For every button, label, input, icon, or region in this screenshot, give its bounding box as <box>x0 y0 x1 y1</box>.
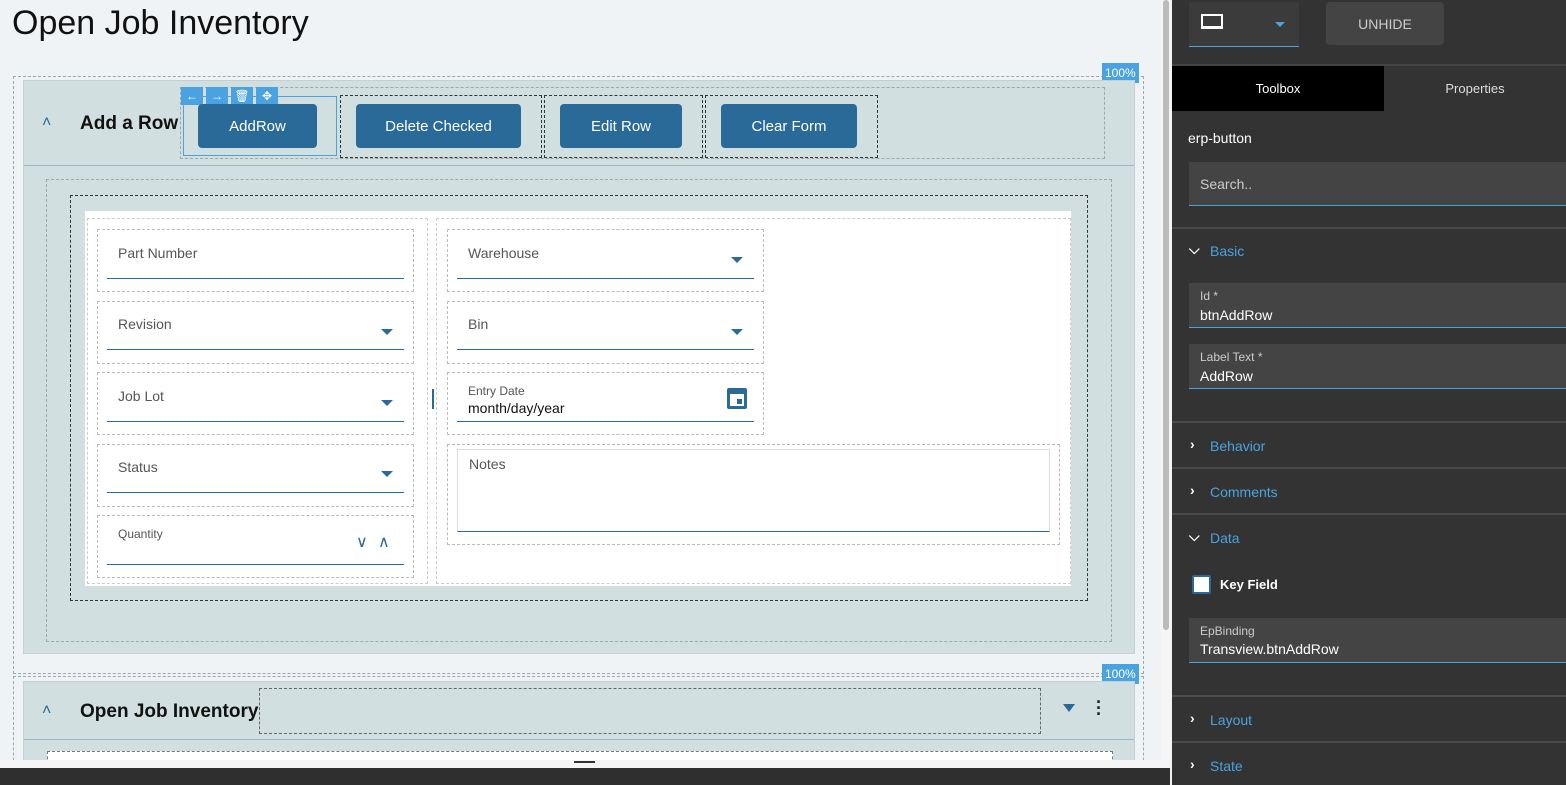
revision-select[interactable]: Revision <box>97 301 414 364</box>
warehouse-select[interactable]: Warehouse <box>447 229 764 292</box>
properties-panel: UNHIDE Toolbox Properties erp-button Sea… <box>1172 0 1566 785</box>
scrollbar-thumb[interactable] <box>1163 0 1169 630</box>
add-row-button[interactable]: AddRow <box>198 104 317 148</box>
delete-icon[interactable]: 🗑 <box>231 87 253 105</box>
label-text-field[interactable]: Label Text * AddRow <box>1189 344 1566 389</box>
job-lot-select[interactable]: Job Lot <box>97 372 414 435</box>
section-layout[interactable]: Layout <box>1210 712 1252 728</box>
more-options-icon[interactable]: · · · <box>1096 693 1102 723</box>
part-number-field[interactable]: Part Number <box>97 229 414 292</box>
component-name: erp-button <box>1188 130 1252 146</box>
laptop-icon <box>1201 14 1223 29</box>
chevron-down-icon: ⌵ <box>1189 528 1200 544</box>
resize-handle[interactable] <box>574 761 595 763</box>
chevron-down-icon: ⌵ <box>1189 241 1200 257</box>
epbinding-field[interactable]: EpBinding Transview.btnAddRow <box>1189 618 1566 663</box>
section-basic[interactable]: Basic <box>1210 243 1244 259</box>
clear-form-button[interactable]: Clear Form <box>721 104 857 148</box>
unhide-button[interactable]: UNHIDE <box>1326 2 1444 45</box>
collapse-icon[interactable]: ˄ <box>42 114 51 132</box>
chevron-right-icon: › <box>1190 756 1195 772</box>
element-toolbar: ← → 🗑 ✥ <box>181 87 278 105</box>
bin-select[interactable]: Bin <box>447 301 764 364</box>
key-field-label: Key Field <box>1220 577 1278 592</box>
notes-textarea[interactable]: Notes <box>457 449 1050 532</box>
increment-icon[interactable]: ∧ <box>378 532 390 552</box>
delete-checked-button[interactable]: Delete Checked <box>356 104 521 148</box>
id-field[interactable]: Id * btnAddRow <box>1189 283 1566 328</box>
edit-row-button[interactable]: Edit Row <box>560 104 682 148</box>
collapse-icon[interactable]: ˄ <box>42 702 51 720</box>
dropdown-icon <box>381 400 393 406</box>
decrement-icon[interactable]: ∨ <box>356 532 368 552</box>
drag-icon[interactable]: ✥ <box>256 87 278 105</box>
search-input[interactable]: Search.. <box>1189 162 1566 206</box>
section-data[interactable]: Data <box>1210 530 1240 546</box>
dropdown-icon <box>381 471 393 477</box>
quantity-stepper[interactable]: Quantity ∨ ∧ <box>97 515 414 578</box>
scrollbar[interactable] <box>1161 0 1171 760</box>
status-select[interactable]: Status <box>97 444 414 507</box>
move-right-icon[interactable]: → <box>206 87 228 105</box>
calendar-icon[interactable] <box>727 388 747 409</box>
section-comments[interactable]: Comments <box>1210 484 1278 500</box>
tab-properties[interactable]: Properties <box>1384 66 1566 111</box>
entry-date-field[interactable]: Entry Date month/day/year <box>447 372 764 435</box>
section-behavior[interactable]: Behavior <box>1210 438 1265 454</box>
card-title: Add a Row <box>80 113 179 134</box>
dropdown-icon <box>731 329 743 335</box>
section-state[interactable]: State <box>1210 758 1243 774</box>
tab-toolbox[interactable]: Toolbox <box>1172 66 1384 111</box>
device-select[interactable] <box>1189 2 1299 47</box>
dropdown-icon <box>1275 22 1285 27</box>
chevron-right-icon: › <box>1190 710 1195 726</box>
chevron-right-icon: › <box>1190 436 1195 452</box>
grid-title: Open Job Inventory <box>80 701 259 722</box>
page-title: Open Job Inventory <box>12 4 309 42</box>
key-field-checkbox[interactable] <box>1192 575 1211 594</box>
dropdown-icon <box>731 257 743 263</box>
column-resize-handle[interactable] <box>432 389 434 409</box>
move-left-icon[interactable]: ← <box>181 87 203 105</box>
dropdown-icon <box>381 329 393 335</box>
filter-icon[interactable] <box>1063 704 1075 712</box>
chevron-right-icon: › <box>1190 482 1195 498</box>
